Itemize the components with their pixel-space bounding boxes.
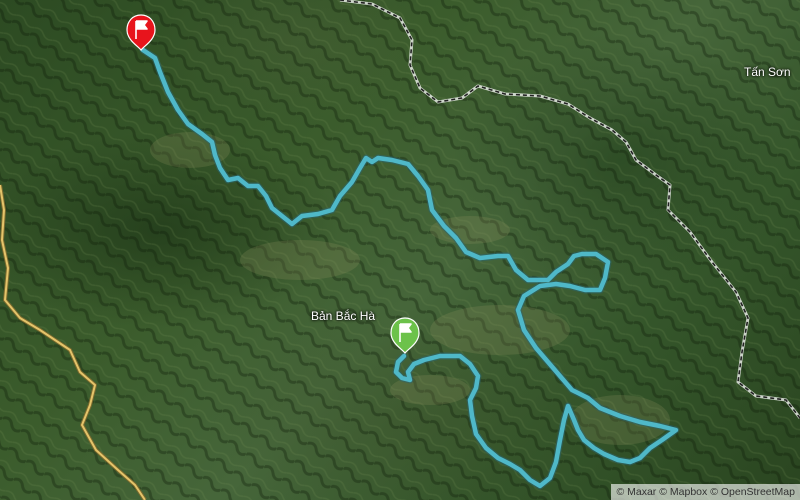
attribution-maxar-link[interactable]: Maxar [627,486,656,498]
copyright-symbol: © [659,486,667,498]
copyright-symbol: © [710,486,718,498]
attribution-mapbox-link[interactable]: Mapbox [670,486,707,498]
satellite-map[interactable]: Bản Bắc Hà Tấn Sơn © Maxar © Mapbox © Op… [0,0,800,500]
attribution-osm-link[interactable]: OpenStreetMap [721,486,795,498]
map-attribution: © Maxar © Mapbox © OpenStreetMap [611,484,800,500]
map-overlay [0,0,800,500]
terrain-texture [0,0,800,500]
copyright-symbol: © [616,486,625,498]
